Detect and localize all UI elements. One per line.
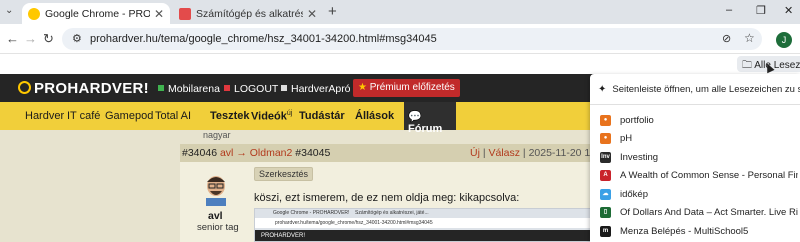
close-window-icon[interactable]: ✕ xyxy=(784,4,793,17)
open-sidepanel-item[interactable]: ✦ Seitenleiste öffnen, um alle Lesezeiche… xyxy=(598,84,800,95)
prev-post-rank: nagyar xyxy=(203,130,231,140)
tab-search-icon[interactable]: ⌄ xyxy=(5,5,13,16)
bookmark-item[interactable]: ● pH xyxy=(600,131,798,147)
bookmark-label: időkép xyxy=(620,188,648,200)
toplink-logout[interactable]: LOGOUT xyxy=(224,83,278,95)
post-user-rank: senior tag xyxy=(197,222,239,233)
browser-toolbar: ← → ↻ ⚙ prohardver.hu/tema/google_chrome… xyxy=(0,24,800,54)
reply-to-link[interactable]: Oldman2 xyxy=(250,147,293,159)
forward-icon[interactable]: → xyxy=(24,31,37,46)
post-text: köszi, ezt ismerem, de ez nem oldja meg:… xyxy=(254,192,520,204)
restore-icon[interactable]: ❐ xyxy=(756,4,766,17)
nav-tudastar[interactable]: Tudástár xyxy=(299,110,345,122)
left-column xyxy=(0,130,180,242)
post-username[interactable]: avl xyxy=(208,210,223,222)
close-tab-icon[interactable]: ✕ xyxy=(154,7,164,21)
close-tab-icon[interactable]: ✕ xyxy=(307,7,317,21)
toplink-mobilarena[interactable]: Mobilarena xyxy=(158,83,220,95)
toplink-hardverapro[interactable]: HardverApró xyxy=(281,83,351,95)
folder-icon: 🗀 xyxy=(742,60,755,71)
tab-title: Google Chrome - PROHARDVER! xyxy=(45,7,150,20)
nav-videok[interactable]: Videókúj xyxy=(251,110,292,123)
url-text: prohardver.hu/tema/google_chrome/hsz_340… xyxy=(90,33,437,45)
investing-icon: Inv xyxy=(600,151,611,163)
bookmark-label: Menza Belépés - MultiSchool5 xyxy=(620,225,749,237)
site-favicon-icon xyxy=(179,7,191,20)
nav-allasok[interactable]: Állások xyxy=(355,110,394,122)
nav-gamepod[interactable]: Gamepod xyxy=(105,110,153,122)
bookmark-item[interactable]: A A Wealth of Common Sense - Personal Fin… xyxy=(600,168,798,184)
divider xyxy=(590,104,800,105)
tab-strip: ⌄ Google Chrome - PROHARDVER! ✕ Számítóg… xyxy=(0,0,800,24)
tab-szamitogep[interactable]: Számítógép és alkatrészei, játékok ✕ xyxy=(173,3,323,24)
eye-off-icon[interactable]: ⊘ xyxy=(722,32,731,45)
bookmark-label: portfolio xyxy=(620,114,654,126)
tab-prohardver[interactable]: Google Chrome - PROHARDVER! ✕ xyxy=(22,3,170,24)
ph-icon: ● xyxy=(600,133,611,144)
bookmark-star-icon[interactable]: ☆ xyxy=(744,31,755,45)
back-icon[interactable]: ← xyxy=(6,31,19,46)
bookmark-item[interactable]: Inv Investing xyxy=(600,149,798,165)
edit-badge: Szerkesztés xyxy=(254,167,314,181)
logo-ring-icon xyxy=(18,81,31,94)
bookmark-item[interactable]: ▯ Of Dollars And Data – Act Smarter. Live… xyxy=(600,205,798,221)
bookmark-item[interactable]: ● portfolio xyxy=(600,112,798,128)
sidepanel-icon: ✦ xyxy=(598,84,607,95)
inner-logo: PROHARDVER! xyxy=(255,230,599,241)
profile-avatar[interactable]: J xyxy=(776,32,792,48)
nav-totalai[interactable]: Total AI xyxy=(155,110,191,122)
post-author-link[interactable]: avl xyxy=(220,147,233,159)
inner-tabs: Google Chrome - PROHARDVER! Számítógép é… xyxy=(273,210,429,216)
dollars-data-icon: ▯ xyxy=(600,207,611,218)
post-id[interactable]: #34046 xyxy=(182,147,217,159)
all-bookmarks-label: Alle Lesezeichen xyxy=(754,60,800,71)
bookmark-label: Investing xyxy=(620,151,659,163)
embedded-screenshot[interactable]: Google Chrome - PROHARDVER! Számítógép é… xyxy=(254,208,600,242)
reply-to-id[interactable]: #34045 xyxy=(295,147,330,159)
bookmarks-dropdown: ✦ Seitenleiste öffnen, um alle Lesezeiche… xyxy=(590,74,800,242)
bookmark-label: A Wealth of Common Sense - Personal Fina… xyxy=(620,170,798,181)
minimize-icon[interactable]: – xyxy=(726,4,732,16)
inner-url: prohardver.hu/tema/google_chrome/hsz_340… xyxy=(255,218,599,228)
bookmark-label: Of Dollars And Data – Act Smarter. Live … xyxy=(620,207,798,218)
menza-icon: m xyxy=(600,225,611,237)
site-info-icon[interactable]: ⚙ xyxy=(72,32,82,45)
nav-tesztek[interactable]: Tesztek xyxy=(210,110,250,122)
address-bar[interactable]: ⚙ prohardver.hu/tema/google_chrome/hsz_3… xyxy=(62,28,762,50)
chat-icon: 💬 xyxy=(408,111,422,123)
nav-hardver[interactable]: Hardver xyxy=(25,110,64,122)
post-body: avl senior tag Szerkesztés köszi, ezt is… xyxy=(180,162,600,242)
bookmarks-bar: 🗀 Alle Lesezeichen xyxy=(0,54,800,74)
user-avatar[interactable] xyxy=(200,172,232,206)
bookmark-item[interactable]: ☁ időkép xyxy=(600,186,798,202)
new-tab-button[interactable]: + xyxy=(328,3,337,20)
portfolio-icon: ● xyxy=(600,114,611,126)
prohardver-favicon-icon xyxy=(28,7,40,20)
star-icon: ★ xyxy=(358,82,370,93)
new-link[interactable]: Új xyxy=(470,147,480,159)
nav-itcafe[interactable]: IT café xyxy=(67,110,100,122)
reply-button[interactable]: Válasz xyxy=(488,147,520,159)
reply-arrow: → xyxy=(236,147,247,159)
bookmark-label: pH xyxy=(620,133,633,144)
post-header: #34046 avl → Oldman2 #34045 Új | Válasz … xyxy=(180,144,611,162)
cloud-icon: ☁ xyxy=(600,188,611,200)
bookmark-item[interactable]: m Menza Belépés - MultiSchool5 xyxy=(600,223,798,239)
tab-title: Számítógép és alkatrészei, játékok xyxy=(196,7,303,20)
wealth-icon: A xyxy=(600,170,611,181)
nav-forum[interactable]: 💬 Fórum xyxy=(404,102,456,135)
reload-icon[interactable]: ↻ xyxy=(43,31,54,47)
premium-button[interactable]: ★ Prémium előfizetés xyxy=(353,79,460,97)
site-logo[interactable]: PROHARDVER! xyxy=(18,80,149,97)
